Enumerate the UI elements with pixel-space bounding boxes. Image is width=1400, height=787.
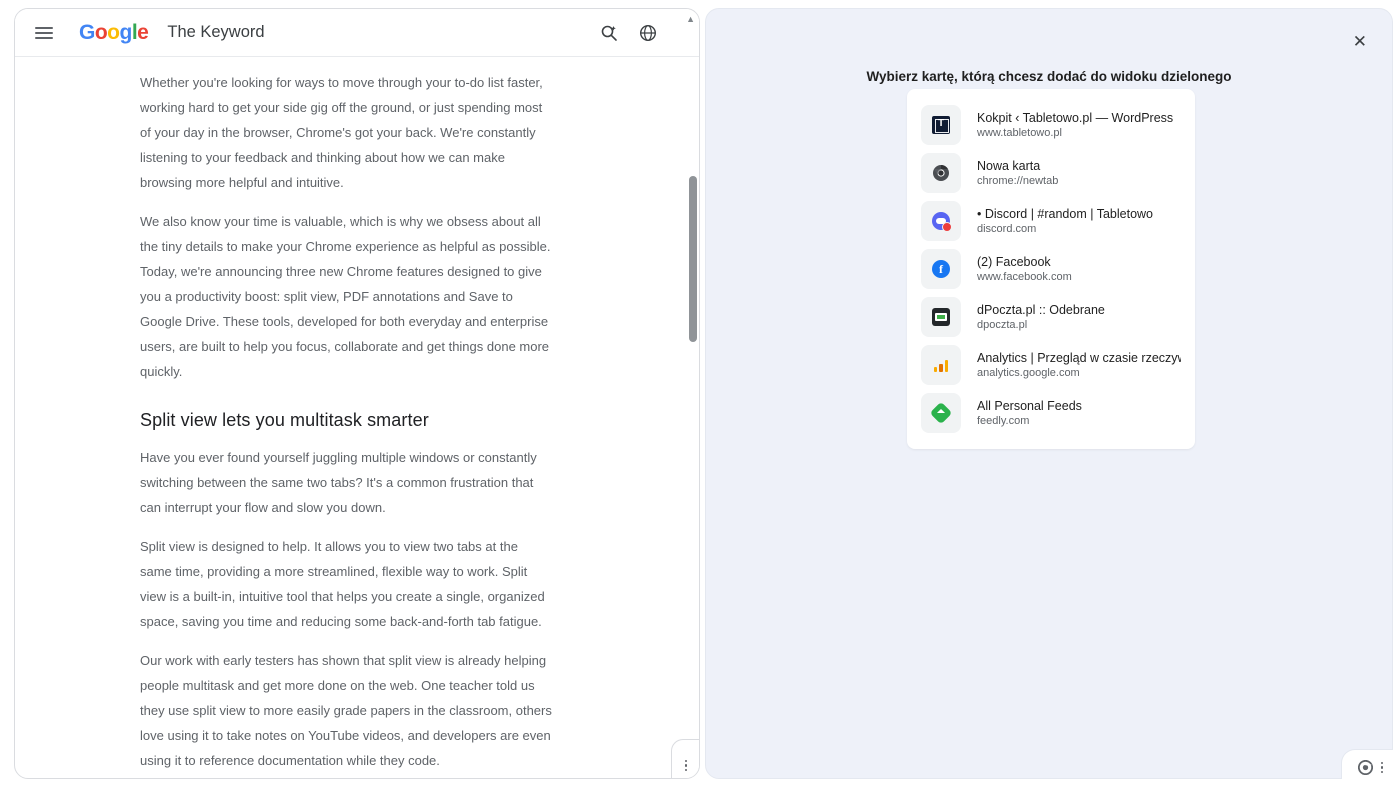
chrome-icon[interactable] — [1357, 760, 1373, 775]
tab-url: feedly.com — [977, 415, 1030, 427]
left-pane-menu-notch — [671, 739, 699, 778]
discord-favicon — [932, 212, 952, 232]
tab-title: Nowa karta — [977, 159, 1041, 173]
favicon-tile — [921, 153, 961, 193]
tab-list: T Kokpit ‹ Tabletowo.pl — WordPress www.… — [907, 89, 1195, 449]
search-icon[interactable] — [600, 24, 618, 42]
article-paragraph: We also know your time is valuable, whic… — [140, 214, 551, 379]
feedly-favicon — [929, 401, 953, 425]
tab-list-item-discord[interactable]: • Discord | #random | Tabletowo discord.… — [907, 197, 1195, 245]
google-logo[interactable]: Google — [79, 21, 149, 45]
tab-list-item-facebook[interactable]: f (2) Facebook www.facebook.com — [907, 245, 1195, 293]
tab-list-item-tabletowo[interactable]: T Kokpit ‹ Tabletowo.pl — WordPress www.… — [907, 101, 1195, 149]
favicon-tile — [921, 201, 961, 241]
tab-url: dpoczta.pl — [977, 319, 1028, 331]
tab-list-item-analytics[interactable]: Analytics | Przegląd w czasie rzeczywist… — [907, 341, 1195, 389]
right-pane-menu-notch — [1341, 749, 1393, 779]
article-body: Whether you're looking for ways to move … — [140, 57, 552, 778]
tab-list-item-newtab[interactable]: Nowa karta chrome://newtab — [907, 149, 1195, 197]
tab-title: (2) Facebook — [977, 255, 1051, 269]
scrollbar-up-arrow[interactable]: ▲ — [686, 14, 695, 24]
favicon-tile: f — [921, 249, 961, 289]
tab-picker-title: Wybierz kartę, którą chcesz dodać do wid… — [866, 69, 1232, 84]
favicon-tile — [921, 297, 961, 337]
tab-url: discord.com — [977, 223, 1037, 235]
tab-list-item-dpoczta[interactable]: dPoczta.pl :: Odebrane dpoczta.pl — [907, 293, 1195, 341]
article-paragraph: Have you ever found yourself juggling mu… — [140, 450, 537, 515]
split-view-stage: Google The Keyword ▲ Whether you're look… — [0, 0, 1400, 787]
left-pane-kebab-menu-icon[interactable] — [684, 759, 688, 771]
tab-list-item-feedly[interactable]: All Personal Feeds feedly.com — [907, 389, 1195, 437]
chrome-favicon — [932, 164, 950, 182]
tab-url: www.tabletowo.pl — [977, 127, 1062, 139]
tab-title: • Discord | #random | Tabletowo — [977, 207, 1154, 221]
favicon-tile — [921, 393, 961, 433]
site-header: Google The Keyword — [15, 9, 699, 57]
scrollbar-thumb[interactable] — [689, 176, 697, 342]
tab-url: chrome://newtab — [977, 175, 1059, 187]
tab-title: All Personal Feeds — [977, 399, 1082, 413]
article-paragraph: Whether you're looking for ways to move … — [140, 75, 543, 190]
right-pane-tab-picker: ✕ Wybierz kartę, którą chcesz dodać do w… — [705, 8, 1393, 779]
right-pane-kebab-menu-icon[interactable] — [1380, 761, 1383, 774]
article-heading: Split view lets you multitask smarter — [140, 410, 429, 430]
tab-title: dPoczta.pl :: Odebrane — [977, 303, 1105, 317]
tab-title: Kokpit ‹ Tabletowo.pl — WordPress — [977, 111, 1174, 125]
menu-icon[interactable] — [35, 26, 53, 39]
favicon-tile — [921, 345, 961, 385]
facebook-favicon: f — [932, 260, 950, 278]
article-paragraph: Split view is designed to help. It allow… — [140, 539, 545, 629]
tab-url: analytics.google.com — [977, 367, 1080, 379]
mail-favicon — [932, 308, 950, 326]
globe-icon[interactable] — [639, 24, 657, 42]
article-paragraph: Our work with early testers has shown th… — [140, 653, 552, 768]
tab-url: www.facebook.com — [977, 271, 1072, 283]
close-icon[interactable]: ✕ — [1353, 33, 1367, 50]
site-title[interactable]: The Keyword — [167, 23, 264, 42]
left-pane-webpage: Google The Keyword ▲ Whether you're look… — [14, 8, 700, 779]
tab-title: Analytics | Przegląd w czasie rzeczywist… — [977, 351, 1181, 365]
tabletowo-favicon: T — [932, 116, 950, 134]
analytics-favicon — [933, 358, 949, 372]
favicon-tile: T — [921, 105, 961, 145]
